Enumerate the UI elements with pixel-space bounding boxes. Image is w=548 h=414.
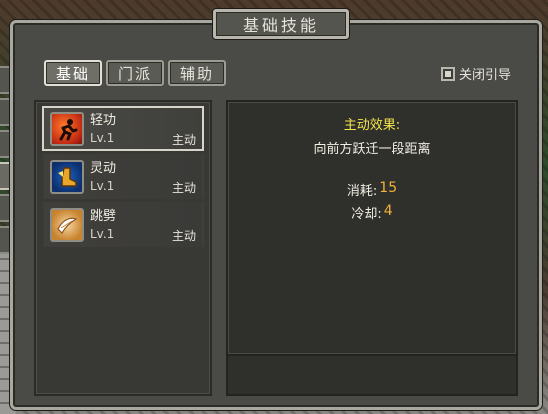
skill-name: 跳劈 [90, 209, 117, 224]
skill-detail-pane: 主动效果: 向前方跃迁一段距离 消耗: 15 冷却: 4 [226, 100, 518, 356]
tab-sect[interactable]: 门派 [106, 60, 165, 86]
category-tabs: 基础 门派 辅助 [44, 60, 227, 86]
skill-type: 主动 [171, 133, 196, 147]
cost-label: 消耗: [346, 184, 378, 199]
cooldown-stat: 冷却: 4 [351, 203, 392, 222]
skill-name: 灵动 [90, 161, 117, 176]
effect-title: 主动效果: [343, 118, 401, 133]
running-figure-icon [50, 111, 84, 146]
skill-stats: 消耗: 15 冷却: 4 [228, 180, 516, 222]
skill-level: Lv.1 [90, 179, 115, 193]
skill-name: 轻功 [90, 113, 117, 128]
skill-type: 主动 [171, 181, 196, 195]
detail-footer [226, 356, 518, 396]
skill-type: 主动 [171, 229, 196, 243]
slash-wing-icon [50, 207, 84, 242]
skill-level: Lv.1 [90, 227, 115, 241]
tab-support[interactable]: 辅助 [168, 60, 227, 86]
winged-boot-icon [50, 159, 84, 194]
cost-stat: 消耗: 15 [347, 180, 397, 199]
checkbox-icon[interactable] [441, 66, 455, 81]
skill-level: Lv.1 [90, 131, 115, 145]
skill-item[interactable]: 灵动 Lv.1 主动 [42, 154, 204, 199]
close-guide-toggle[interactable]: 关闭引导 [441, 64, 511, 83]
effect-description: 向前方跃迁一段距离 [313, 142, 431, 157]
cooldown-label: 冷却: [351, 207, 382, 222]
panel-title: 基础技能 [213, 9, 349, 39]
tab-basic[interactable]: 基础 [44, 60, 103, 86]
skill-item[interactable]: 跳劈 Lv.1 主动 [42, 202, 204, 247]
skill-item[interactable]: 轻功 Lv.1 主动 [42, 106, 204, 151]
cost-value: 15 [379, 180, 398, 196]
cooldown-value: 4 [383, 203, 393, 219]
close-guide-label: 关闭引导 [459, 68, 512, 83]
skill-list: 轻功 Lv.1 主动 灵动 Lv.1 主动 跳劈 Lv.1 主动 [34, 100, 212, 396]
